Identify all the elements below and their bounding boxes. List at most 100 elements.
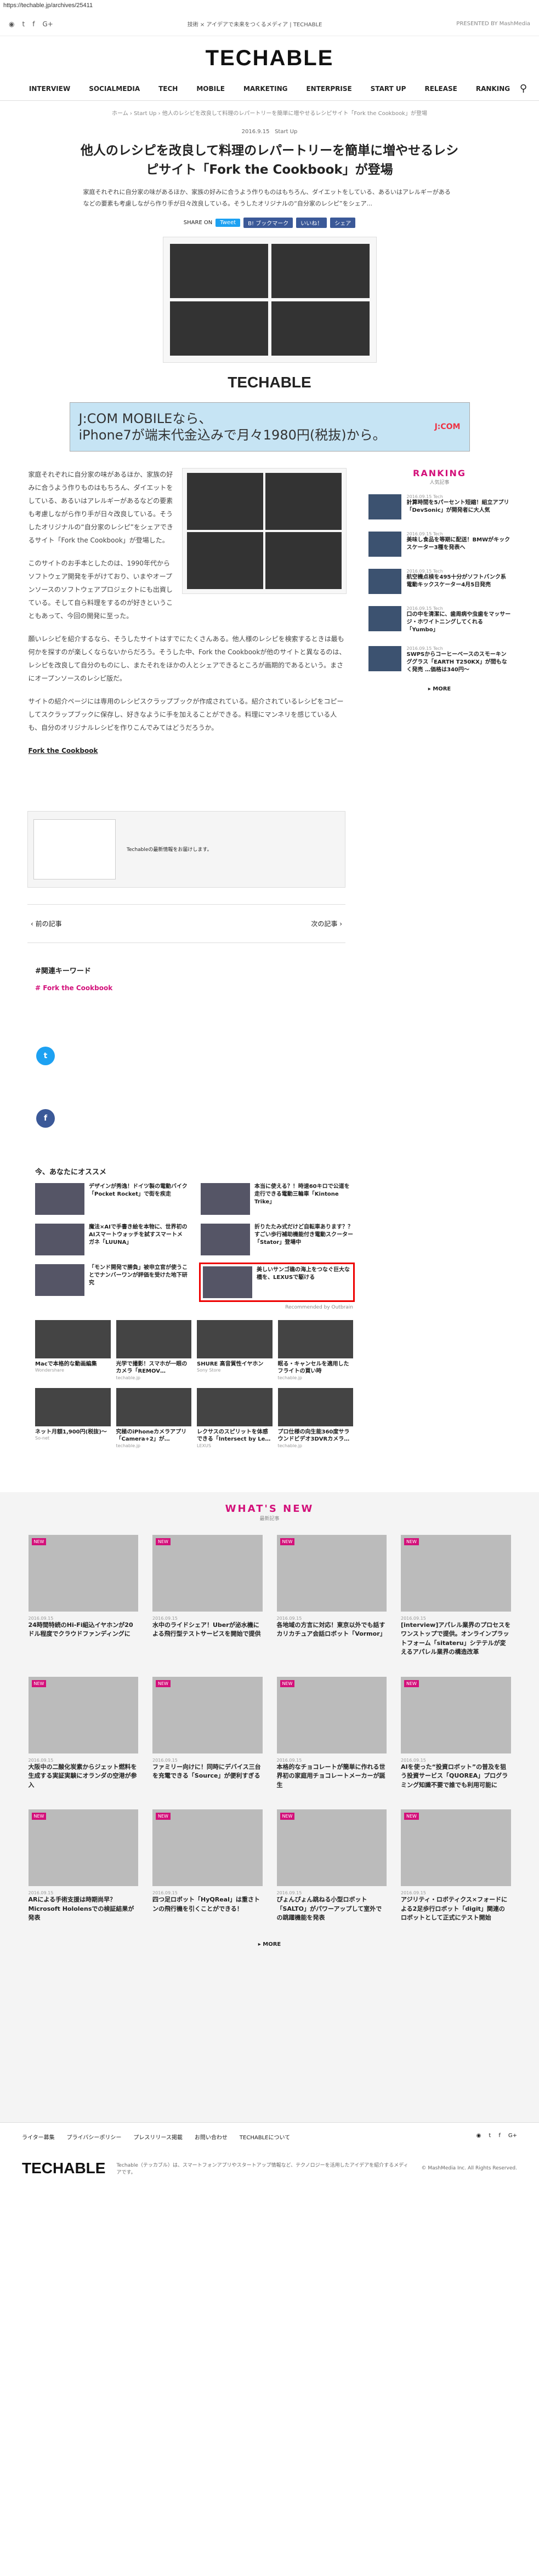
facebook-icon[interactable]: f xyxy=(498,2133,501,2141)
news-card[interactable]: NEW 2016.09.15 大阪中の二酸化炭素からジェット燃料を生成する実証実験に… xyxy=(28,1676,138,1790)
twitter-icon[interactable]: t xyxy=(22,20,25,28)
ranking-item[interactable]: 2016.09.15 Tech 計算時間を5パーセント短縮！組立アプリ「DevSo… xyxy=(368,494,511,519)
ranking-title-text: 美味し食品を等期に配送！BMWがキックスケーター3種を発表へ xyxy=(406,536,510,551)
news-card[interactable]: NEW 2016.09.15 AIを使った“投資ロボット”の普及を狙う投資サービス「… xyxy=(401,1676,511,1790)
footer-link[interactable]: プレスリリース掲載 xyxy=(133,2133,183,2141)
keyword-tag[interactable]: # Fork the Cookbook xyxy=(35,984,539,992)
new-badge: NEW xyxy=(280,1813,295,1820)
breadcrumb[interactable]: ホーム › Start Up › 他人のレシピを改良して料理のレパートリーを簡単… xyxy=(0,101,539,124)
ranking-more-link[interactable]: ▸ MORE xyxy=(368,686,511,692)
nav-interview[interactable]: INTERVIEW xyxy=(29,85,70,93)
news-date: 2016.09.15 xyxy=(152,1890,178,1896)
news-card[interactable]: NEW 2016.09.15 各地域の方言に対応！東京以外でも話すカリカチュア会話ロ… xyxy=(276,1534,387,1657)
google-plus-icon[interactable]: G+ xyxy=(42,20,53,28)
news-card[interactable]: NEW 2016.09.15 [interview]アパレル業界のプロセスをワンスト… xyxy=(401,1534,511,1657)
recommend-thumb xyxy=(203,1266,252,1298)
article-category[interactable]: Start Up xyxy=(275,129,297,135)
sponsored-thumb xyxy=(116,1387,191,1426)
ranking-item[interactable]: 2016.09.15 Tech SWPSからコーヒーベースのスモーキンググラス「E… xyxy=(368,646,511,674)
news-date: 2016.09.15 xyxy=(28,1757,54,1763)
sponsored-card[interactable]: Macで本格的な動画編集 Wondershare xyxy=(35,1320,111,1380)
news-thumb: NEW xyxy=(152,1809,263,1887)
facebook-icon[interactable]: f xyxy=(32,20,35,28)
ranking-item[interactable]: 2016.09.15 Tech 口の中を清潔に、歯周病や虫歯をマッサージ・ホワイト… xyxy=(368,606,511,634)
facebook-share-icon[interactable]: f xyxy=(36,1109,55,1128)
ranking-title-text: 計算時間を5パーセント短縮！組立アプリ「DevSonic」が開発者に大人気 xyxy=(406,499,509,513)
new-badge: NEW xyxy=(404,1680,419,1687)
bookmark-button[interactable]: B! ブックマーク xyxy=(243,217,293,228)
nav-mobile[interactable]: MOBILE xyxy=(196,85,225,93)
site-logo[interactable]: TECHABLE xyxy=(0,36,539,77)
news-card[interactable]: NEW 2016.09.15 24時間特続のHi-Fi組込イヤホンが20ドル程度でク… xyxy=(28,1534,138,1657)
google-plus-icon[interactable]: G+ xyxy=(508,2133,517,2141)
news-card[interactable]: NEW 2016.09.15 四つ足ロボット「HyQReal」は重さトンの飛行機を引… xyxy=(152,1809,263,1923)
news-card[interactable]: NEW 2016.09.15 ARによる手術支援は時期尚早？Microsoft Ho… xyxy=(28,1809,138,1923)
tweet-button[interactable]: Tweet xyxy=(215,218,241,227)
ranking-item[interactable]: 2016.09.15 Tech 航空機点検を495十分がソフトバンク系電動キックス… xyxy=(368,568,511,594)
news-date: 2016.09.15 xyxy=(401,1757,426,1763)
article-paragraph: サイトの紹介ページには専用のレシピスクラップブックが作成されている。紹介されてい… xyxy=(28,697,344,732)
sponsored-card[interactable]: レクサスのスピリットを体感できる「Intersect by Le… LEXUS xyxy=(197,1387,273,1448)
footer-link[interactable]: TECHABLEについて xyxy=(240,2133,290,2141)
recommend-item[interactable]: デザインが秀逸！ドイツ製の電動バイク「Pocket Rocket」で街を疾走 xyxy=(35,1183,188,1215)
sponsored-card[interactable]: 眠る・キャンセルを適用したフライトの買い時 techable.jp xyxy=(277,1320,353,1380)
new-badge: NEW xyxy=(404,1813,419,1820)
footer-link[interactable]: お問い合わせ xyxy=(195,2133,228,2141)
new-badge: NEW xyxy=(404,1538,419,1545)
ranking-thumb xyxy=(368,568,401,594)
sponsored-title: 眠る・キャンセルを適用したフライトの買い時 xyxy=(277,1361,349,1375)
news-card[interactable]: NEW 2016.09.15 ぴょんぴょん跳ねる小型ロボット「SALTO」がパワーア… xyxy=(276,1809,387,1923)
recommend-thumb xyxy=(201,1183,250,1215)
news-title: [interview]アパレル業界のプロセスをワンストップで提供。オンラインプラ… xyxy=(401,1621,511,1656)
sponsored-card[interactable]: プロ仕様の向生能360度サラウンドビデオ3DVRカメラ… techable.jp xyxy=(277,1387,353,1448)
news-card[interactable]: NEW 2016.09.15 水中のライドシェア！Uberが泌水機による飛行型テスト… xyxy=(152,1534,263,1657)
recommend-item-highlighted[interactable]: 美しいサンゴ礁の海上をつなぐ巨大な橋を、LEXUSで駆ける xyxy=(199,1262,355,1302)
outbrain-credit[interactable]: Recommended by Outbrain xyxy=(35,1305,353,1310)
nav-startup[interactable]: START UP xyxy=(371,85,406,93)
recommend-title: 魔法×AIで手書き絵を本物に、世界初のAIスマートウォッチを試すスマートメガネ「… xyxy=(89,1224,188,1246)
recommend-item[interactable]: 本当に使える？！時速60キロで公道を走行できる電動三輪車「Kintone Tri… xyxy=(201,1183,353,1215)
ranking-item[interactable]: 2016.09.15 Tech 美味し食品を等期に配送！BMWがキックスケーター3… xyxy=(368,531,511,557)
footer-logo[interactable]: TECHABLE xyxy=(22,2160,105,2177)
twitter-icon[interactable]: t xyxy=(489,2133,491,2141)
banner-ad[interactable]: J:COM MOBILEなら、 iPhone7が端末代金込みで月々1980円(税… xyxy=(69,402,470,452)
twitter-share-icon[interactable]: t xyxy=(36,1046,55,1065)
share-button[interactable]: シェア xyxy=(330,217,356,228)
article-paragraph: 願いレシピを紹介するなら、そうしたサイトはすでにたくさんある。他人様のレシピを検… xyxy=(28,635,346,682)
prev-article-link[interactable]: ‹ 前の記事 xyxy=(31,919,62,928)
sponsored-card[interactable]: SHURE 高音質性イヤホン Sony Store xyxy=(197,1320,273,1380)
news-card[interactable]: NEW 2016.09.15 本格的なチョコレートが簡単に作れる世界初の家庭用チョコ… xyxy=(276,1676,387,1790)
sponsored-title: SHURE 高音質性イヤホン xyxy=(197,1361,264,1367)
next-article-link[interactable]: 次の記事 › xyxy=(311,919,342,928)
sponsored-thumb xyxy=(277,1320,353,1358)
nav-ranking[interactable]: RANKING xyxy=(476,85,510,93)
nav-marketing[interactable]: MARKETING xyxy=(243,85,288,93)
sponsored-grid: Macで本格的な動画編集 Wondershare 光学で撮影！スマホが一眼のカメラ… xyxy=(35,1320,353,1448)
recommend-item[interactable]: 「モンド開発で勝負」被申立官が使うことでナンバーワンが評価を受けた地下研究 xyxy=(35,1264,188,1300)
rss-icon[interactable]: ◉ xyxy=(476,2133,481,2141)
article-date: 2016.9.15 xyxy=(241,129,270,135)
nav-socialmedia[interactable]: SOCIALMEDIA xyxy=(89,85,140,93)
nav-release[interactable]: RELEASE xyxy=(424,85,457,93)
nav-tech[interactable]: TECH xyxy=(158,85,178,93)
source-link[interactable]: Fork the Cookbook xyxy=(29,747,98,755)
sponsored-card[interactable]: 光学で撮影！スマホが一眼のカメラ「REMOV… techable.jp xyxy=(116,1320,191,1380)
nav-enterprise[interactable]: ENTERPRISE xyxy=(306,85,351,93)
news-card[interactable]: NEW 2016.09.15 ファミリー向けに！同時にデバイス三台を充電できる「So… xyxy=(152,1676,263,1790)
news-date: 2016.09.15 xyxy=(152,1757,178,1763)
footer-link[interactable]: ライター募集 xyxy=(22,2133,55,2141)
footer-description: Techable（テッカブル）は、スマートフォンアプリやスタートアップ情報など、… xyxy=(116,2162,408,2175)
recommend-item[interactable]: 魔法×AIで手書き絵を本物に、世界初のAIスマートウォッチを試すスマートメガネ「… xyxy=(35,1223,188,1255)
search-icon[interactable]: ⚲ xyxy=(520,83,527,94)
sponsored-card[interactable]: ネット月額1,900円(税抜)〜 So-net xyxy=(35,1387,111,1448)
rss-icon[interactable]: ◉ xyxy=(9,20,14,28)
news-date: 2016.09.15 xyxy=(401,1615,426,1621)
brand-wordmark: TECHABLE xyxy=(228,373,311,391)
like-button[interactable]: いいね！ xyxy=(296,217,327,228)
footer-link[interactable]: プライバシーポリシー xyxy=(67,2133,122,2141)
whats-new-more-link[interactable]: ▸ MORE xyxy=(0,1941,539,1947)
sponsored-card[interactable]: 究極のiPhoneカメラアプリ「Camera+2」が… techable.jp xyxy=(116,1387,191,1448)
hash-icon: # xyxy=(35,984,41,992)
recommend-item[interactable]: 折りたたみ式だけど自転車あります？？すごい歩行補助機能付き電動スクーター「Sta… xyxy=(201,1223,353,1255)
news-card[interactable]: NEW 2016.09.15 アジリティ・ロボティクス×フォードによる2足歩行ロボッ… xyxy=(401,1809,511,1923)
